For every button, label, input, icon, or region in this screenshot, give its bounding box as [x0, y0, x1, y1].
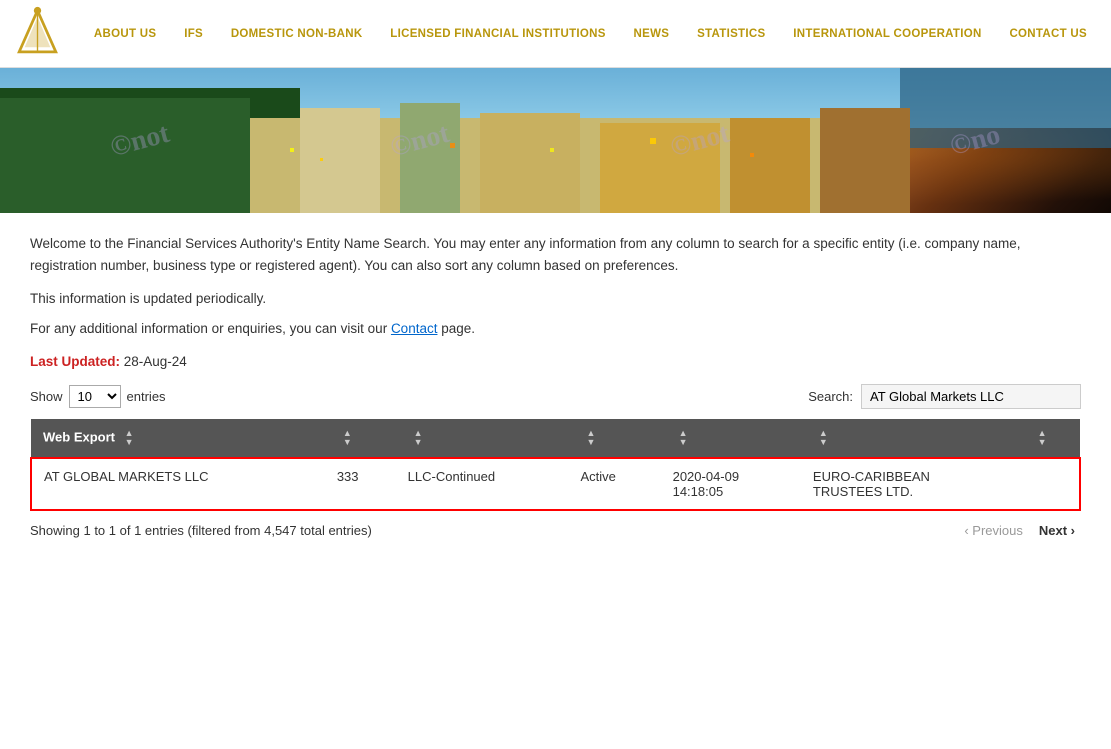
col-web-export[interactable]: Web Export ▲▼	[31, 419, 325, 458]
cell-business-type: LLC-Continued	[396, 458, 569, 510]
pagination: ‹ Previous Next ›	[958, 521, 1081, 540]
search-label: Search:	[808, 389, 853, 404]
table-row: AT GLOBAL MARKETS LLC 333 LLC-Continued …	[31, 458, 1080, 510]
search-input[interactable]	[861, 384, 1081, 409]
enquiry-paragraph: For any additional information or enquir…	[30, 321, 1081, 336]
navigation: ABOUT US IFS DOMESTIC NON-BANK LICENSED …	[0, 0, 1111, 68]
table-header-row: Web Export ▲▼ ▲▼ ▲▼ ▲▼ ▲▼ ▲▼	[31, 419, 1080, 458]
cell-reg-number: 333	[325, 458, 396, 510]
entries-label: entries	[127, 389, 166, 404]
table-footer: Showing 1 to 1 of 1 entries (filtered fr…	[30, 521, 1081, 540]
sort-arrows-col5: ▲▼	[679, 429, 688, 447]
cell-entity-name: AT GLOBAL MARKETS LLC	[31, 458, 325, 510]
nav-about-us[interactable]: ABOUT US	[88, 23, 162, 45]
col-7[interactable]: ▲▼	[1020, 419, 1080, 458]
hero-banner: ©not ©not ©not ©no	[0, 68, 1111, 213]
entries-select[interactable]: 10 25 50 100	[69, 385, 121, 408]
last-updated-label: Last Updated:	[30, 354, 120, 369]
col-5[interactable]: ▲▼	[661, 419, 801, 458]
sort-arrows-col1: ▲▼	[125, 429, 134, 447]
sort-arrows-col3: ▲▼	[414, 429, 423, 447]
next-button[interactable]: Next ›	[1033, 521, 1081, 540]
cell-status: Active	[568, 458, 660, 510]
main-content: Welcome to the Financial Services Author…	[0, 213, 1111, 560]
sort-arrows-col6: ▲▼	[819, 429, 828, 447]
table-controls: Show 10 25 50 100 entries Search:	[30, 384, 1081, 409]
nav-ifs[interactable]: IFS	[178, 23, 209, 45]
nav-international-cooperation[interactable]: INTERNATIONAL COOPERATION	[787, 23, 987, 45]
entity-table: Web Export ▲▼ ▲▼ ▲▼ ▲▼ ▲▼ ▲▼	[30, 419, 1081, 511]
show-entries-control: Show 10 25 50 100 entries	[30, 385, 166, 408]
sort-arrows-col2: ▲▼	[343, 429, 352, 447]
nav-licensed-financial[interactable]: LICENSED FINANCIAL INSTITUTIONS	[384, 23, 611, 45]
sort-arrows-col4: ▲▼	[586, 429, 595, 447]
col-4[interactable]: ▲▼	[568, 419, 660, 458]
previous-button[interactable]: ‹ Previous	[958, 521, 1029, 540]
cell-date: 2020-04-0914:18:05	[661, 458, 801, 510]
sort-arrows-col7: ▲▼	[1038, 429, 1047, 447]
nav-domestic-non-bank[interactable]: DOMESTIC NON-BANK	[225, 23, 369, 45]
cell-extra	[1020, 458, 1080, 510]
search-box: Search:	[808, 384, 1081, 409]
enquiry-text-before: For any additional information or enquir…	[30, 321, 391, 336]
last-updated-value: 28-Aug-24	[120, 354, 187, 369]
nav-contact-us[interactable]: CONTACT US	[1003, 23, 1093, 45]
enquiry-text-after: page.	[437, 321, 475, 336]
nav-statistics[interactable]: STATISTICS	[691, 23, 771, 45]
col-6[interactable]: ▲▼	[801, 419, 1020, 458]
nav-news[interactable]: NEWS	[628, 23, 676, 45]
last-updated: Last Updated: 28-Aug-24	[30, 354, 1081, 369]
updated-notice: This information is updated periodically…	[30, 291, 1081, 306]
col-3[interactable]: ▲▼	[396, 419, 569, 458]
contact-link[interactable]: Contact	[391, 321, 438, 336]
col-2[interactable]: ▲▼	[325, 419, 396, 458]
show-label: Show	[30, 389, 63, 404]
nav-menu: ABOUT US IFS DOMESTIC NON-BANK LICENSED …	[80, 23, 1101, 45]
intro-paragraph: Welcome to the Financial Services Author…	[30, 233, 1081, 276]
logo[interactable]	[10, 6, 70, 61]
cell-agent: EURO-CARIBBEANTRUSTEES LTD.	[801, 458, 1020, 510]
showing-entries: Showing 1 to 1 of 1 entries (filtered fr…	[30, 523, 372, 538]
